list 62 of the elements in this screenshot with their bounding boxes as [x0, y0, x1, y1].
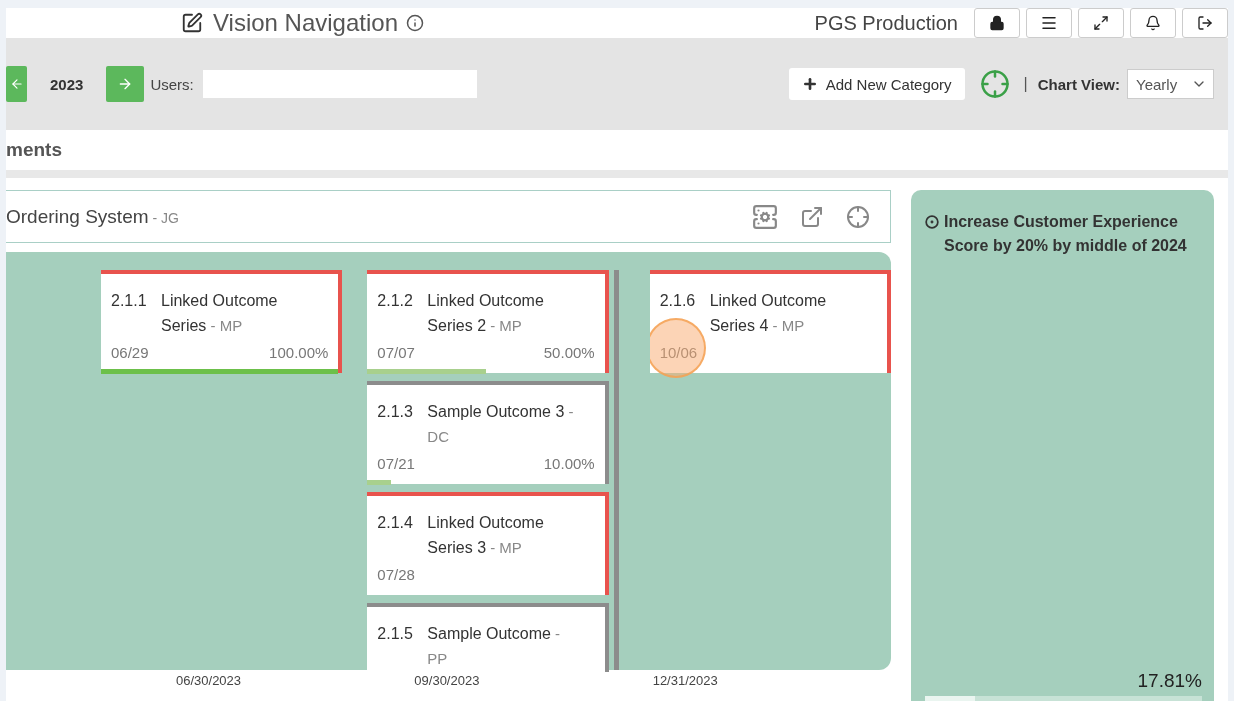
outcome-card[interactable]: 2.1.4 Linked Outcome Series 3 - MP 07/28 — [367, 492, 609, 595]
menu-button[interactable] — [1026, 8, 1072, 38]
year-label: 2023 — [50, 75, 84, 93]
arrow-left-icon — [9, 77, 24, 91]
click-indicator — [649, 318, 706, 378]
outcome-number: 2.1.6 — [659, 291, 697, 311]
target-icon[interactable] — [979, 69, 1010, 99]
goal-title: Increase Customer Experience Score by 20% by middle of 2024 — [944, 212, 1188, 256]
add-category-button[interactable]: Add New Category — [788, 68, 965, 100]
outcome-title: Linked Outcome Series - MP — [161, 291, 279, 336]
outcome-number: 2.1.2 — [377, 291, 414, 311]
edit-icon — [181, 12, 203, 34]
timeline-date: 12/31/2023 — [652, 673, 719, 688]
outcome-card[interactable]: 2.1.5 Sample Outcome - PP — [367, 603, 609, 672]
progress-percent: 10.00% — [543, 455, 595, 472]
outcome-card[interactable]: 2.1.1 Linked Outcome Series - MP 06/29 100.00% — [101, 270, 343, 373]
next-year-button[interactable] — [106, 66, 145, 102]
outcome-title: Linked Outcome Series 3 - MP — [427, 513, 545, 558]
timeline-date: 09/30/2023 — [414, 673, 481, 688]
progress-percent: 50.00% — [543, 344, 595, 361]
outcome-title: Linked Outcome Series 2 - MP — [427, 291, 545, 336]
outcome-number: 2.1.4 — [377, 513, 414, 533]
organization-name: PGS Production — [814, 11, 958, 35]
users-label: Users: — [150, 75, 194, 93]
logout-icon — [1197, 15, 1213, 31]
due-date: 07/21 — [377, 455, 415, 472]
expand-button[interactable] — [1078, 8, 1124, 38]
goal-icon — [925, 215, 939, 229]
category-title: Ordering System - JG — [6, 205, 179, 228]
outcome-number: 2.1.3 — [377, 402, 414, 422]
info-icon — [406, 14, 424, 32]
external-link-button[interactable] — [800, 204, 824, 229]
outcome-card[interactable]: 2.1.3 Sample Outcome 3 - DC 07/21 10.00% — [367, 381, 609, 484]
chart-view-select[interactable]: Yearly — [1127, 69, 1214, 99]
lock-icon — [989, 15, 1005, 31]
due-date: 07/28 — [377, 566, 415, 583]
outcome-card[interactable]: 2.1.2 Linked Outcome Series 2 - MP 07/07 50.00% — [367, 270, 609, 373]
menu-icon — [1040, 14, 1058, 32]
expand-icon — [1093, 15, 1109, 31]
due-date: 07/07 — [377, 344, 415, 361]
section-title: ments — [6, 139, 62, 161]
timeline-date: 06/30/2023 — [176, 673, 243, 688]
notifications-button[interactable] — [1130, 8, 1176, 38]
outcome-title: Sample Outcome - PP — [427, 624, 562, 669]
users-field[interactable] — [202, 70, 477, 98]
outcome-title: Sample Outcome 3 - DC — [427, 402, 575, 447]
target-button[interactable] — [846, 204, 870, 229]
list-view-button[interactable] — [752, 203, 778, 230]
due-date: 10/06 — [659, 344, 698, 361]
separator: | — [1023, 75, 1028, 93]
goal-percent: 17.81% — [1137, 670, 1202, 692]
outcome-number: 2.1.5 — [377, 624, 414, 644]
bell-icon — [1145, 15, 1161, 31]
outcome-number: 2.1.1 — [111, 291, 148, 311]
logout-button[interactable] — [1182, 8, 1228, 38]
lock-button[interactable] — [974, 8, 1020, 38]
page-title: Vision Navigation — [213, 9, 398, 37]
plus-icon — [801, 76, 818, 92]
outcome-title: Linked Outcome Series 4 - MP — [709, 291, 828, 336]
chart-view-label: Chart View: — [1037, 75, 1120, 93]
progress-percent: 100.00% — [269, 344, 329, 361]
due-date: 06/29 — [111, 344, 149, 361]
